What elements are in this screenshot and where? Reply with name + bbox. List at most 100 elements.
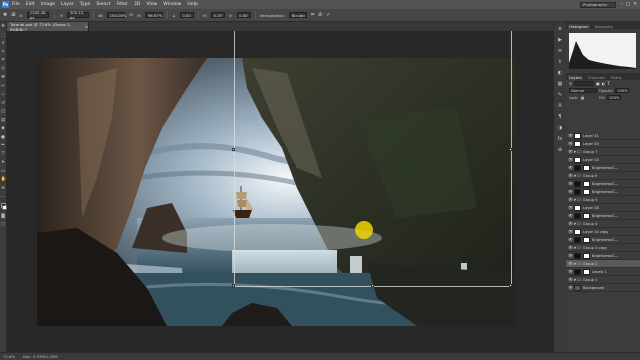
fill-field[interactable]: 100% [607, 95, 622, 100]
menu-3d[interactable]: 3D [134, 2, 140, 7]
visibility-eye-icon[interactable]: 👁 [568, 277, 573, 282]
layer-row[interactable]: 👁 Layer 31 [566, 132, 640, 140]
transform-handle-bottom[interactable] [371, 284, 374, 287]
visibility-eye-icon[interactable]: 👁 [568, 221, 573, 226]
document-size[interactable]: Doc: 5.93M/1.20M [23, 354, 58, 359]
layer-row[interactable]: 👁 Layer 24 [566, 156, 640, 164]
cancel-transform-icon[interactable]: ⊘ [318, 12, 322, 18]
clone-source-panel-icon[interactable]: ⊕ [557, 147, 564, 153]
properties-panel-icon[interactable]: ≡ [557, 48, 564, 54]
layer-row[interactable]: 👁 ▸▭ Group 1 [566, 276, 640, 284]
quick-select-tool-icon[interactable]: ✎ [1, 50, 6, 55]
lock-icon[interactable]: 🔒 [580, 95, 585, 100]
photoshop-logo[interactable]: Ps [2, 1, 9, 8]
layer-row[interactable]: 👁 ▸▭ Group 5 [566, 196, 640, 204]
layer-row[interactable]: 👁 Layer 30 [566, 140, 640, 148]
visibility-eye-icon[interactable]: 👁 [568, 197, 573, 202]
visibility-eye-icon[interactable]: 👁 [568, 269, 573, 274]
info-panel-icon[interactable]: ℹ [557, 59, 564, 65]
menu-type[interactable]: Type [80, 2, 91, 7]
tab-paths[interactable]: Paths [610, 75, 622, 80]
visibility-eye-icon[interactable]: 👁 [568, 133, 573, 138]
history-brush-tool-icon[interactable]: ↺ [1, 101, 6, 106]
transform-handle-left[interactable] [232, 148, 235, 151]
pen-tool-icon[interactable]: ✒ [1, 143, 6, 148]
visibility-eye-icon[interactable]: 👁 [568, 165, 573, 170]
vskew-field[interactable]: 0.00 [236, 12, 251, 18]
color-panel-icon[interactable]: ◐ [557, 70, 564, 76]
layer-mask-thumbnail[interactable] [583, 252, 590, 259]
height-field[interactable]: 96.67% [145, 12, 164, 18]
layer-row[interactable]: 👁 Layer 24 copy [566, 228, 640, 236]
menu-edit[interactable]: Edit [26, 2, 35, 7]
y-field[interactable]: 305.15 px [67, 10, 90, 20]
layer-mask-thumbnail[interactable] [583, 188, 590, 195]
menu-image[interactable]: Image [41, 2, 55, 7]
adjustments-panel-icon[interactable]: ◑ [557, 125, 564, 131]
visibility-eye-icon[interactable]: 👁 [568, 149, 573, 154]
menu-filter[interactable]: Filter [117, 2, 128, 7]
tab-channels[interactable]: Channels [587, 75, 607, 80]
document-tab[interactable]: Tutorial.psd @ 72.6% (Group 2, RGB/8) * … [7, 22, 89, 32]
menu-select[interactable]: Select [96, 2, 110, 7]
gradient-tool-icon[interactable]: ▤ [1, 118, 6, 123]
brush-tool-icon[interactable]: ✏ [1, 84, 6, 89]
angle-field[interactable]: 0.00 [179, 12, 194, 18]
layer-mask-thumbnail[interactable] [583, 268, 590, 275]
zoom-tool-icon[interactable]: ⊕ [1, 186, 6, 191]
visibility-eye-icon[interactable]: 👁 [568, 261, 573, 266]
x-field[interactable]: 1250.48 px [27, 10, 50, 20]
layer-filter-kind[interactable] [573, 81, 594, 86]
layer-mask-thumbnail[interactable] [583, 236, 590, 243]
layer-row[interactable]: 👁 ▸▭ Group 4 [566, 220, 640, 228]
maximize-button[interactable]: □ [626, 2, 630, 7]
visibility-eye-icon[interactable]: 👁 [568, 189, 573, 194]
warp-icon[interactable]: ⌗ [311, 12, 314, 18]
layer-row[interactable]: 👁 Levels 1 [566, 268, 640, 276]
visibility-eye-icon[interactable]: 👁 [568, 213, 573, 218]
layer-row[interactable]: 👁 Layer 28 [566, 204, 640, 212]
quick-mask-icon[interactable]: ◙ [1, 214, 6, 219]
workspace-select[interactable]: Photography [580, 1, 616, 8]
transform-handle-bottom-right[interactable] [509, 284, 512, 287]
move-tool-icon[interactable]: ✥ [1, 24, 6, 29]
layer-mask-thumbnail[interactable] [583, 180, 590, 187]
visibility-eye-icon[interactable]: 👁 [568, 157, 573, 162]
styles-panel-icon[interactable]: fx [557, 136, 564, 142]
path-select-tool-icon[interactable]: ➤ [1, 160, 6, 165]
more-tools-icon[interactable]: … [1, 194, 6, 199]
relative-icon[interactable]: △ [53, 13, 56, 18]
screen-mode-icon[interactable]: ▢ [1, 222, 6, 227]
layer-row[interactable]: 👁 Brightness/C... [566, 212, 640, 220]
menu-file[interactable]: File [12, 2, 20, 7]
blur-tool-icon[interactable]: ◆ [1, 126, 6, 131]
width-field[interactable]: 100.00% [107, 12, 127, 18]
visibility-eye-icon[interactable]: 👁 [568, 245, 573, 250]
filter-adjust-icon[interactable]: ◐ [602, 81, 606, 86]
layer-row[interactable]: 👁 ▸▭ Group 3 copy [566, 244, 640, 252]
shape-tool-icon[interactable]: ▭ [1, 169, 6, 174]
interpolation-select[interactable]: Bicubic [289, 12, 308, 18]
hskew-field[interactable]: 0.29 [211, 12, 225, 18]
eraser-tool-icon[interactable]: ◫ [1, 109, 6, 114]
transform-box-left-edge[interactable] [234, 31, 235, 287]
close-tab-icon[interactable]: × [85, 24, 88, 29]
transform-handle-bottom-left[interactable] [232, 284, 235, 287]
layer-row[interactable]: 👁 Brightness/C... [566, 164, 640, 172]
blend-mode-select[interactable]: Normal [569, 88, 597, 93]
visibility-eye-icon[interactable]: 👁 [568, 141, 573, 146]
actions-panel-icon[interactable]: ▶ [557, 37, 564, 43]
layer-mask-thumbnail[interactable] [583, 212, 590, 219]
history-panel-icon[interactable]: ⧖ [557, 26, 564, 32]
layer-mask-thumbnail[interactable] [583, 164, 590, 171]
healing-tool-icon[interactable]: ✚ [1, 75, 6, 80]
swatches-panel-icon[interactable]: ▦ [557, 81, 564, 87]
marquee-tool-icon[interactable]: ⬚ [1, 33, 6, 38]
layer-row[interactable]: 👁 Brightness/C... [566, 188, 640, 196]
layer-row[interactable]: 👁 Background [566, 284, 640, 292]
dodge-tool-icon[interactable]: ● [1, 135, 6, 140]
menu-layer[interactable]: Layer [61, 2, 74, 7]
menu-view[interactable]: View [146, 2, 157, 7]
layer-row[interactable]: 👁 ▸▭ Group 6 [566, 172, 640, 180]
visibility-eye-icon[interactable]: 👁 [568, 205, 573, 210]
